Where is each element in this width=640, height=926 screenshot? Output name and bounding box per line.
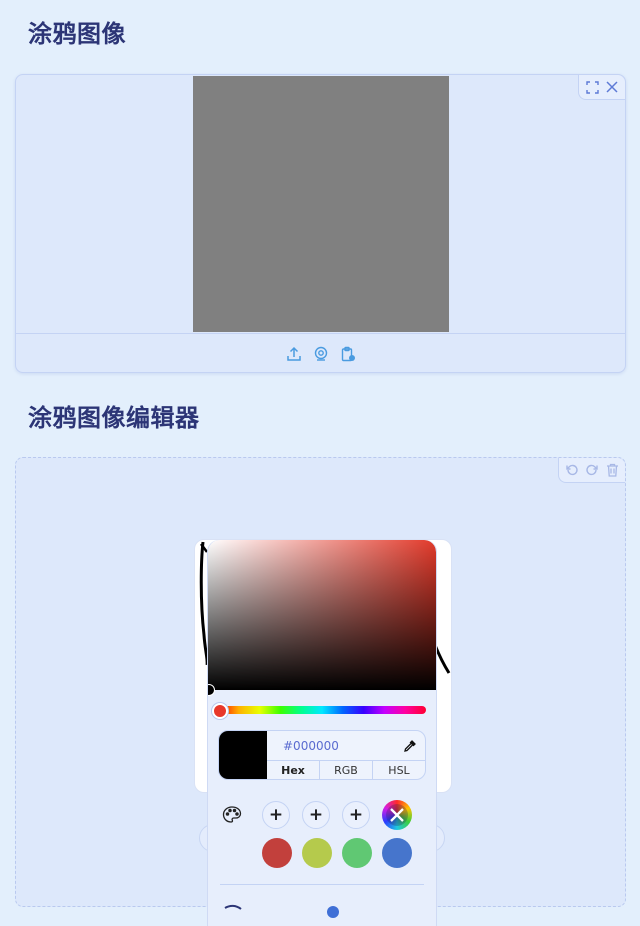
tab-hsl[interactable]: HSL xyxy=(373,761,425,779)
preset-color-yellow-green[interactable] xyxy=(302,838,332,868)
palette-icon xyxy=(222,806,242,828)
eyedropper-icon[interactable] xyxy=(403,738,417,757)
source-selector xyxy=(16,333,625,374)
trash-icon[interactable] xyxy=(604,462,620,478)
upload-icon[interactable] xyxy=(285,345,303,363)
redo-icon[interactable] xyxy=(584,462,600,478)
saturation-handle[interactable] xyxy=(208,684,215,696)
clipboard-icon[interactable] xyxy=(339,345,357,363)
tab-rgb[interactable]: RGB xyxy=(320,761,373,779)
add-color-button[interactable]: + xyxy=(342,801,370,829)
picker-divider xyxy=(220,884,424,885)
current-color-swatch xyxy=(219,731,267,779)
hue-slider[interactable] xyxy=(218,706,426,714)
sketch-editor-title: 涂鸦图像编辑器 xyxy=(28,404,200,432)
close-icon[interactable] xyxy=(604,79,620,95)
panel-toolbar xyxy=(578,75,625,100)
preset-color-green[interactable] xyxy=(342,838,372,868)
editor-toolbar xyxy=(558,458,625,483)
brush-tools-row xyxy=(224,904,339,918)
preset-color-red[interactable] xyxy=(262,838,292,868)
remove-color-icon[interactable] xyxy=(382,800,412,830)
color-input-box: #000000 Hex RGB HSL xyxy=(218,730,426,780)
add-color-button[interactable]: + xyxy=(302,801,330,829)
tab-hex[interactable]: Hex xyxy=(267,761,320,779)
color-mode-tabs: Hex RGB HSL xyxy=(267,760,425,779)
hex-input[interactable]: #000000 xyxy=(283,739,339,753)
preset-color-blue[interactable] xyxy=(382,838,412,868)
undo-icon[interactable] xyxy=(564,462,580,478)
hue-handle[interactable] xyxy=(212,703,228,719)
webcam-icon[interactable] xyxy=(312,345,330,363)
sketch-image-title: 涂鸦图像 xyxy=(28,20,126,48)
sketch-image-panel xyxy=(15,74,626,373)
add-color-button[interactable]: + xyxy=(262,801,290,829)
saturation-value-area[interactable] xyxy=(208,540,436,690)
image-canvas[interactable] xyxy=(193,76,449,332)
fullscreen-icon[interactable] xyxy=(584,79,600,95)
color-picker: #000000 Hex RGB HSL + + + xyxy=(207,540,437,926)
